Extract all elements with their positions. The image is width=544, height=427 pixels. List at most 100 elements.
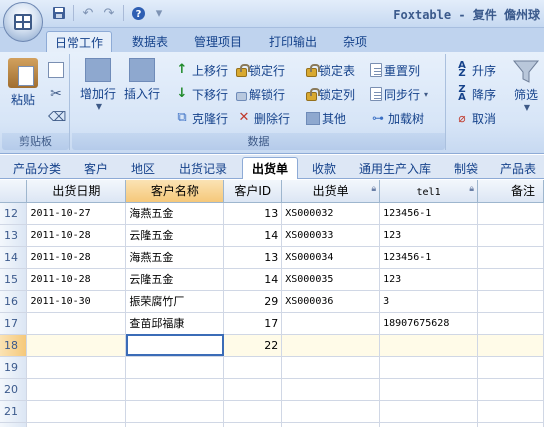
- cell-id[interactable]: [223, 356, 283, 379]
- column-header-selected[interactable]: 客户名称: [125, 180, 225, 203]
- sheet-tab[interactable]: 通用生产入库: [350, 157, 440, 179]
- cell-customer[interactable]: 查苗邱福康: [125, 312, 225, 335]
- cell-date[interactable]: 2011-10-30: [26, 290, 127, 313]
- cell-date[interactable]: 2011-10-28: [26, 224, 127, 247]
- table-row[interactable]: 14 2011-10-28 海燕五金 13 XS000034 123456-1: [0, 246, 544, 269]
- table-row[interactable]: 18 22: [0, 334, 544, 357]
- cell-date[interactable]: [26, 356, 127, 379]
- tab-misc[interactable]: 杂项: [335, 31, 375, 52]
- cancel-sort-button[interactable]: ⌀ 取消: [454, 108, 496, 128]
- table-row[interactable]: 19: [0, 356, 544, 379]
- tab-print-output[interactable]: 打印输出: [261, 31, 325, 52]
- sheet-tab-active[interactable]: 出货单: [242, 157, 298, 179]
- cell-tel[interactable]: [379, 422, 479, 427]
- row-number[interactable]: 17: [0, 312, 28, 335]
- cell-order[interactable]: XS000036: [281, 290, 381, 313]
- filter-button[interactable]: 筛选 ▼: [512, 58, 540, 112]
- unlock-row-button[interactable]: 解锁行: [236, 84, 285, 104]
- data-grid[interactable]: 出货日期 客户名称 客户ID 出货单 🔒︎ tel1 🔒︎ 备注 12 2011-10…: [0, 180, 544, 427]
- move-up-button[interactable]: ↑ 上移行: [174, 60, 228, 80]
- sort-descending-button[interactable]: ZA 降序: [454, 84, 496, 104]
- cell-customer[interactable]: 云隆五金: [125, 224, 225, 247]
- cell-order[interactable]: [281, 312, 381, 335]
- table-row[interactable]: 15 2011-10-28 云隆五金 14 XS000035 123: [0, 268, 544, 291]
- cell-note[interactable]: [477, 312, 544, 335]
- table-row[interactable]: 17 查苗邱福康 17 18907675628: [0, 312, 544, 335]
- row-number[interactable]: 16: [0, 290, 28, 313]
- cell-note[interactable]: [477, 290, 544, 313]
- cell-order[interactable]: [281, 334, 381, 357]
- tab-manage-project[interactable]: 管理项目: [186, 31, 250, 52]
- cell-date[interactable]: 2011-10-27: [26, 202, 127, 225]
- corner-cell[interactable]: [0, 180, 28, 203]
- lock-row-button[interactable]: 锁定行: [236, 60, 285, 80]
- cell-order[interactable]: XS000035: [281, 268, 381, 291]
- sheet-tab[interactable]: 收款: [302, 157, 346, 179]
- cell-order[interactable]: [281, 378, 381, 401]
- sheet-tab[interactable]: 制袋: [444, 157, 488, 179]
- sheet-tab[interactable]: 产品分类: [4, 157, 70, 179]
- cell-order[interactable]: [281, 422, 381, 427]
- table-row[interactable]: 16 2011-10-30 振荣腐竹厂 29 XS000036 3: [0, 290, 544, 313]
- column-header[interactable]: 出货单 🔒︎: [281, 180, 381, 203]
- cell-id[interactable]: 14: [223, 224, 283, 247]
- cell-customer[interactable]: 云隆五金: [125, 268, 225, 291]
- paste-button[interactable]: 粘贴: [8, 58, 38, 108]
- cell-order[interactable]: [281, 356, 381, 379]
- cell-tel[interactable]: 3: [379, 290, 479, 313]
- cell-customer[interactable]: 海燕五金: [125, 246, 225, 269]
- load-tree-button[interactable]: ⊶ 加载树: [370, 108, 424, 128]
- cell-customer[interactable]: [125, 400, 225, 423]
- cell-customer[interactable]: [125, 422, 225, 427]
- row-number[interactable]: 12: [0, 202, 28, 225]
- cell-tel[interactable]: [379, 378, 479, 401]
- save-icon[interactable]: [50, 4, 68, 22]
- row-number[interactable]: 22: [0, 422, 28, 427]
- table-row[interactable]: 21: [0, 400, 544, 423]
- cell-date[interactable]: [26, 422, 127, 427]
- cell-note[interactable]: [477, 378, 544, 401]
- table-row[interactable]: 22: [0, 422, 544, 427]
- cell-id[interactable]: 14: [223, 268, 283, 291]
- sync-row-button[interactable]: 同步行 ▾: [370, 84, 428, 104]
- column-header[interactable]: 出货日期: [26, 180, 127, 203]
- lock-column-button[interactable]: 锁定列: [306, 84, 355, 104]
- cell-customer[interactable]: 海燕五金: [125, 202, 225, 225]
- insert-row-button[interactable]: 插入行: [124, 58, 160, 102]
- cell-customer[interactable]: [125, 356, 225, 379]
- cell-customer[interactable]: [125, 378, 225, 401]
- sheet-tab[interactable]: 地区: [122, 157, 164, 179]
- cell-customer[interactable]: 振荣腐竹厂: [125, 290, 225, 313]
- sheet-tab[interactable]: 客户: [74, 157, 118, 179]
- cell-id[interactable]: 13: [223, 202, 283, 225]
- tab-data-table[interactable]: 数据表: [124, 31, 176, 52]
- cell-note[interactable]: [477, 202, 544, 225]
- row-number[interactable]: 20: [0, 378, 28, 401]
- cell-note[interactable]: [477, 400, 544, 423]
- sheet-tab[interactable]: 产品表: [492, 157, 544, 179]
- cell-date[interactable]: [26, 400, 127, 423]
- clone-row-button[interactable]: ⧉ 克隆行: [174, 108, 228, 128]
- column-header[interactable]: 客户ID: [223, 180, 283, 203]
- sheet-tab[interactable]: 出货记录: [168, 157, 238, 179]
- cell-order[interactable]: XS000034: [281, 246, 381, 269]
- application-menu-button[interactable]: [3, 2, 43, 42]
- cell-date[interactable]: [26, 378, 127, 401]
- redo-icon[interactable]: ↷: [100, 4, 118, 22]
- cut-icon[interactable]: ✂: [48, 86, 64, 102]
- cell-date[interactable]: 2011-10-28: [26, 246, 127, 269]
- lock-table-button[interactable]: 锁定表: [306, 60, 355, 80]
- column-header[interactable]: 备注: [477, 180, 544, 203]
- cell-note[interactable]: [477, 268, 544, 291]
- cell-id[interactable]: 17: [223, 312, 283, 335]
- cell-tel[interactable]: 123: [379, 224, 479, 247]
- cell-note[interactable]: [477, 246, 544, 269]
- cell-note[interactable]: [477, 356, 544, 379]
- row-number[interactable]: 15: [0, 268, 28, 291]
- cell-tel[interactable]: [379, 334, 479, 357]
- cell-order[interactable]: [281, 400, 381, 423]
- table-row[interactable]: 13 2011-10-28 云隆五金 14 XS000033 123: [0, 224, 544, 247]
- cell-tel[interactable]: 123456-1: [379, 246, 479, 269]
- cell-customer[interactable]: [125, 334, 225, 357]
- other-button[interactable]: 其他: [306, 108, 346, 128]
